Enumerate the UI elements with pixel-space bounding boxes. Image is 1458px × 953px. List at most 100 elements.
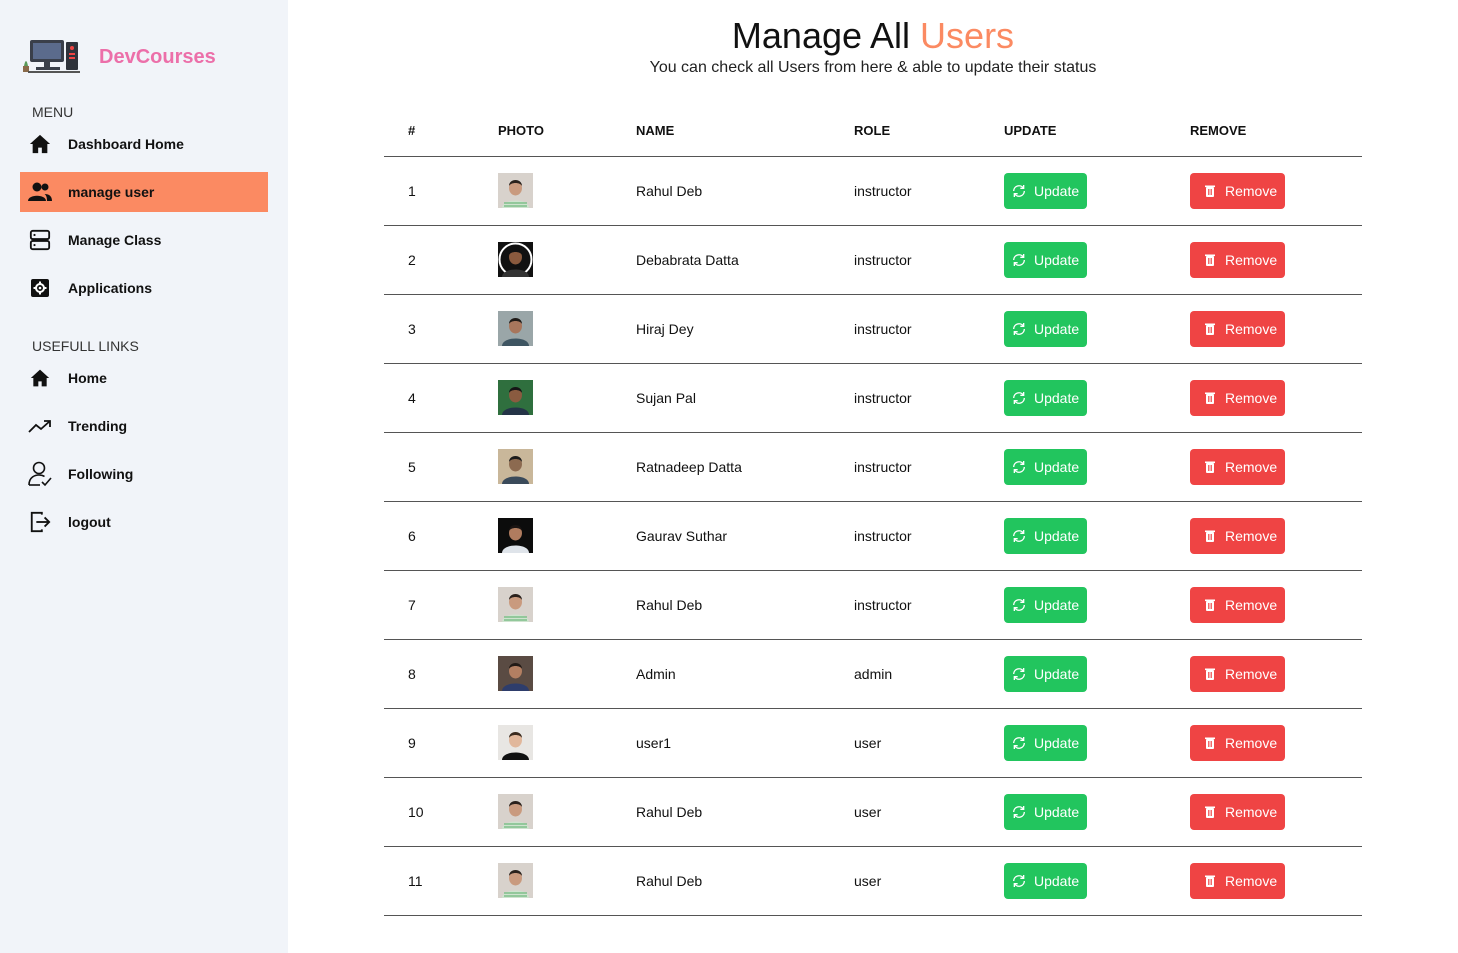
sidebar-item-home[interactable]: Home <box>20 358 268 398</box>
row-remove-cell: Remove <box>1166 639 1362 709</box>
remove-button[interactable]: Remove <box>1190 241 1286 278</box>
remove-button[interactable]: Remove <box>1190 379 1286 416</box>
sidebar-item-label: Trending <box>68 418 128 434</box>
trash-icon <box>1202 528 1218 544</box>
refresh-icon <box>1011 735 1027 751</box>
trash-icon <box>1202 390 1218 406</box>
sidebar-item-trending[interactable]: Trending <box>20 406 268 446</box>
update-button-label: Update <box>1034 527 1080 544</box>
row-update-cell: Update <box>980 777 1166 847</box>
row-photo <box>474 501 612 571</box>
update-button[interactable]: Update <box>1004 310 1088 347</box>
page-title-accent: Users <box>920 15 1015 56</box>
server-icon <box>28 228 52 252</box>
row-index: 7 <box>384 570 474 640</box>
avatar <box>498 725 533 760</box>
remove-button[interactable]: Remove <box>1190 793 1286 830</box>
row-name: Rahul Deb <box>612 570 830 640</box>
update-button[interactable]: Update <box>1004 448 1088 485</box>
update-button[interactable]: Update <box>1004 241 1088 278</box>
remove-button[interactable]: Remove <box>1190 724 1286 761</box>
remove-button-label: Remove <box>1225 803 1278 820</box>
row-name: Gaurav Suthar <box>612 501 830 571</box>
update-button[interactable]: Update <box>1004 862 1088 899</box>
remove-button-label: Remove <box>1225 734 1278 751</box>
sidebar-item-applications[interactable]: Applications <box>20 268 268 308</box>
avatar <box>498 449 533 484</box>
app: DevCourses MENU Dashboard Home manage us… <box>0 0 1458 953</box>
trash-icon <box>1202 666 1218 682</box>
home-icon <box>28 366 52 390</box>
update-button[interactable]: Update <box>1004 655 1088 692</box>
avatar <box>498 587 533 622</box>
sidebar-item-logout[interactable]: logout <box>20 502 268 542</box>
column-header-remove: REMOVE <box>1166 105 1362 157</box>
row-index: 11 <box>384 846 474 916</box>
update-button[interactable]: Update <box>1004 586 1088 623</box>
sidebar-item-following[interactable]: Following <box>20 454 268 494</box>
sidebar-item-manage-class[interactable]: Manage Class <box>20 220 268 260</box>
avatar <box>498 518 533 553</box>
remove-button[interactable]: Remove <box>1190 862 1286 899</box>
row-remove-cell: Remove <box>1166 156 1362 226</box>
row-photo <box>474 156 612 226</box>
row-name: Ratnadeep Datta <box>612 432 830 502</box>
update-button[interactable]: Update <box>1004 517 1088 554</box>
update-button[interactable]: Update <box>1004 379 1088 416</box>
users-icon <box>28 180 52 204</box>
cog-box-icon <box>28 276 52 300</box>
table-row: 4 Sujan Pal instructor Update Remove <box>384 363 1362 433</box>
sidebar-item-label: Manage Class <box>68 232 162 248</box>
row-name: Admin <box>612 639 830 709</box>
remove-button[interactable]: Remove <box>1190 586 1286 623</box>
update-button-label: Update <box>1034 596 1080 613</box>
update-button[interactable]: Update <box>1004 793 1088 830</box>
column-header-name: NAME <box>612 105 830 157</box>
row-photo <box>474 570 612 640</box>
row-index: 5 <box>384 432 474 502</box>
refresh-icon <box>1011 597 1027 613</box>
avatar <box>498 242 533 277</box>
page-title-prefix: Manage All <box>731 15 921 56</box>
table-row: 7 Rahul Deb instructor Update Remove <box>384 570 1362 640</box>
row-role: instructor <box>830 432 980 502</box>
row-photo <box>474 846 612 916</box>
remove-button-label: Remove <box>1225 182 1278 199</box>
row-role: instructor <box>830 294 980 364</box>
sidebar-item-label: Dashboard Home <box>68 136 184 152</box>
remove-button[interactable]: Remove <box>1190 448 1286 485</box>
remove-button[interactable]: Remove <box>1190 517 1286 554</box>
remove-button[interactable]: Remove <box>1190 310 1286 347</box>
remove-button[interactable]: Remove <box>1190 172 1286 209</box>
sidebar-item-manage-user[interactable]: manage user <box>20 172 268 212</box>
brand[interactable]: DevCourses <box>0 38 288 76</box>
refresh-icon <box>1011 390 1027 406</box>
update-button-label: Update <box>1034 872 1080 889</box>
row-update-cell: Update <box>980 432 1166 502</box>
refresh-icon <box>1011 183 1027 199</box>
remove-button-label: Remove <box>1225 320 1278 337</box>
avatar <box>498 311 533 346</box>
refresh-icon <box>1011 321 1027 337</box>
remove-button[interactable]: Remove <box>1190 655 1286 692</box>
main-content: Manage All Users You can check all Users… <box>288 0 1458 953</box>
remove-button-label: Remove <box>1225 665 1278 682</box>
row-remove-cell: Remove <box>1166 294 1362 364</box>
row-remove-cell: Remove <box>1166 846 1362 916</box>
row-name: Debabrata Datta <box>612 225 830 295</box>
update-button[interactable]: Update <box>1004 172 1088 209</box>
update-button[interactable]: Update <box>1004 724 1088 761</box>
row-remove-cell: Remove <box>1166 501 1362 571</box>
table-row: 11 Rahul Deb user Update Remove <box>384 846 1362 916</box>
menu-section-title: MENU <box>32 104 74 120</box>
users-table: # PHOTO NAME ROLE UPDATE REMOVE 1 Rahul D… <box>384 105 1362 916</box>
avatar <box>498 380 533 415</box>
trash-icon <box>1202 735 1218 751</box>
refresh-icon <box>1011 804 1027 820</box>
refresh-icon <box>1011 252 1027 268</box>
table-row: 9 user1 user Update Remove <box>384 708 1362 778</box>
refresh-icon <box>1011 459 1027 475</box>
sidebar-item-dashboard-home[interactable]: Dashboard Home <box>20 124 268 164</box>
sidebar: DevCourses MENU Dashboard Home manage us… <box>0 0 288 953</box>
avatar <box>498 863 533 898</box>
